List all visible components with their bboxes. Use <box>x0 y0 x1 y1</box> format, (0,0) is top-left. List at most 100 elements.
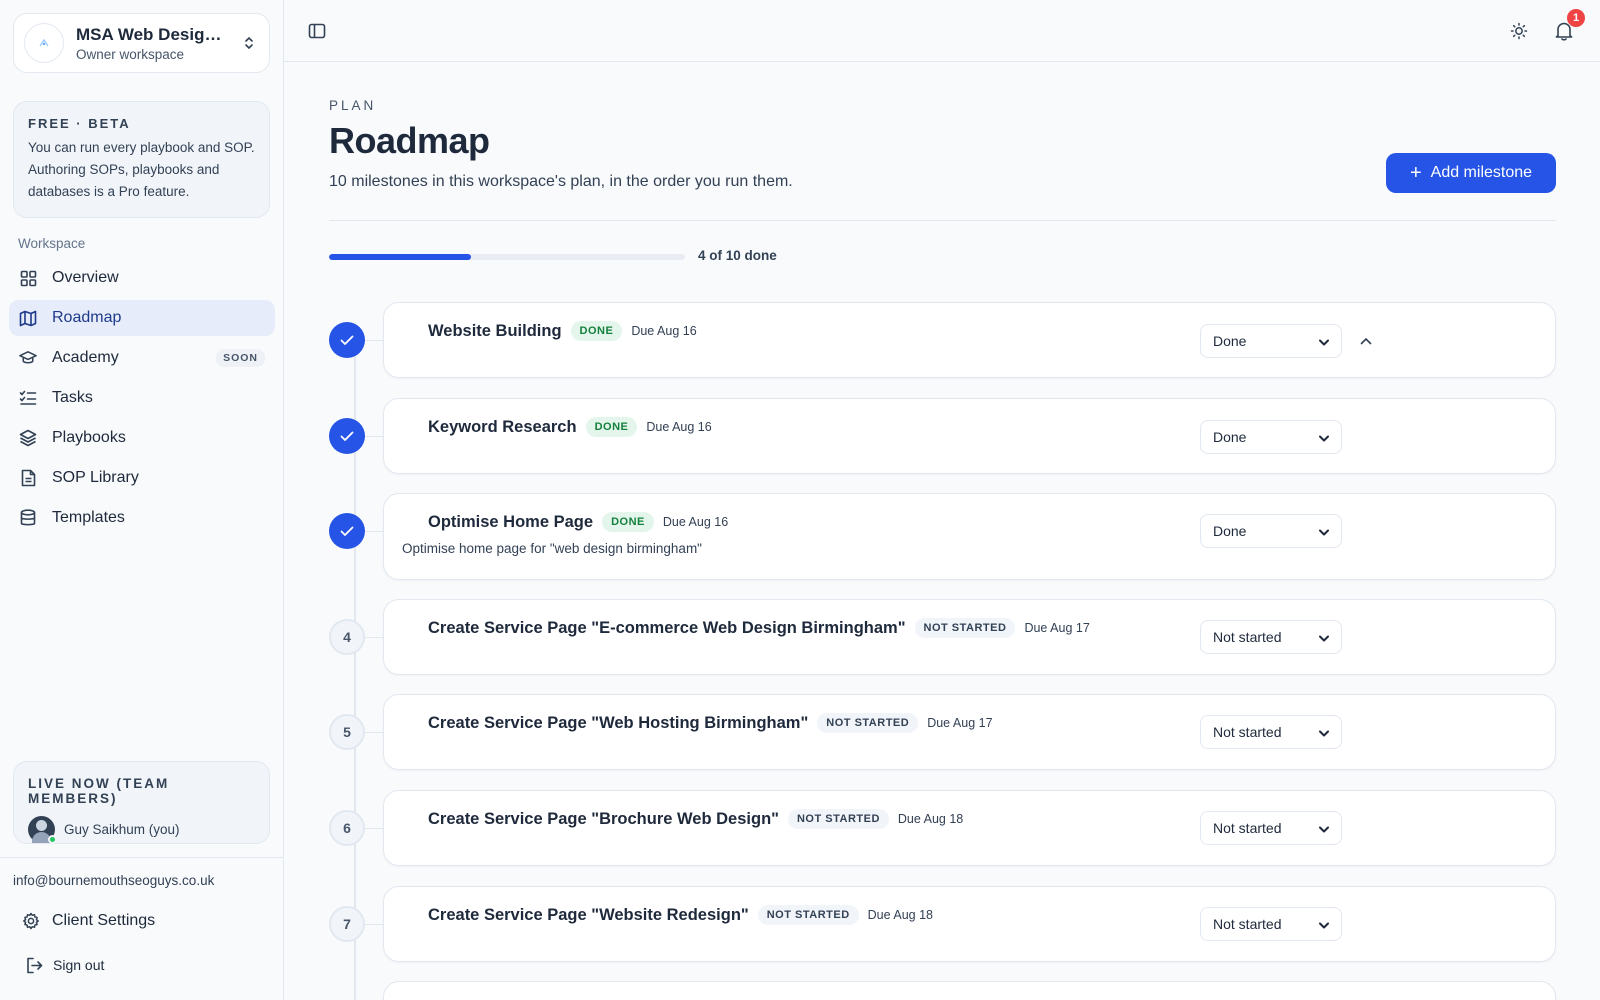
status-badge: NOT STARTED <box>757 905 859 925</box>
status-select[interactable]: Done <box>1200 420 1342 454</box>
notification-count-badge: 1 <box>1567 9 1585 27</box>
progress-bar <box>329 254 685 260</box>
graduation-cap-icon <box>19 349 37 367</box>
sidebar-item-tasks[interactable]: Tasks <box>9 380 275 416</box>
map-icon <box>19 309 37 327</box>
sidebar-item-academy[interactable]: Academy SOON <box>9 340 275 376</box>
milestone-done-check-icon <box>329 322 365 358</box>
client-settings-link[interactable]: Client Settings <box>22 906 155 936</box>
page-subtitle: 10 milestones in this workspace's plan, … <box>329 173 793 190</box>
chevron-down-icon <box>1319 724 1329 740</box>
sidebar-item-label: Tasks <box>52 389 93 406</box>
live-team-card: LIVE NOW (TEAM MEMBERS) Guy Saikhum (you… <box>13 761 270 844</box>
page-title: Roadmap <box>329 120 490 161</box>
sidebar-item-label: Roadmap <box>52 309 122 326</box>
sidebar-item-sop-library[interactable]: SOP Library <box>9 460 275 496</box>
chevron-up-down-icon <box>241 33 257 53</box>
plan-notice-title: FREE · BETA <box>28 116 131 131</box>
milestone-card[interactable]: Website Building DONE Due Aug 16 Done <box>383 302 1556 378</box>
milestone-card[interactable] <box>383 981 1556 1000</box>
chevron-down-icon <box>1319 523 1329 539</box>
progress-label: 4 of 10 done <box>698 248 777 263</box>
collapse-chevron-up-icon[interactable] <box>1352 327 1380 355</box>
milestone-card[interactable]: Create Service Page "Web Hosting Birming… <box>383 694 1556 770</box>
milestone-number: 6 <box>329 810 365 846</box>
online-indicator <box>48 835 57 844</box>
checklist-icon <box>19 389 37 407</box>
due-date: Due Aug 16 <box>646 420 712 434</box>
sidebar: MSA Web Design B... Owner workspace FREE… <box>0 0 284 1000</box>
account-email: info@bournemouthseoguys.co.uk <box>13 873 215 888</box>
status-select[interactable]: Not started <box>1200 715 1342 749</box>
grid-icon <box>19 269 37 287</box>
status-select[interactable]: Done <box>1200 324 1342 358</box>
milestone-card[interactable]: Create Service Page "Brochure Web Design… <box>383 790 1556 866</box>
due-date: Due Aug 16 <box>631 324 697 338</box>
workspace-switcher[interactable]: MSA Web Design B... Owner workspace <box>13 13 270 73</box>
milestone-title: Create Service Page "Web Hosting Birming… <box>428 713 809 732</box>
status-badge: DONE <box>570 321 623 341</box>
milestone-number: 7 <box>329 906 365 942</box>
main-content: PLAN Roadmap 10 milestones in this works… <box>329 62 1556 1000</box>
milestone-title: Optimise Home Page <box>428 512 594 531</box>
chevron-down-icon <box>1319 916 1329 932</box>
sidebar-item-label: Playbooks <box>52 429 126 446</box>
due-date: Due Aug 18 <box>867 908 933 922</box>
status-badge: DONE <box>602 512 654 532</box>
plan-notice-card: FREE · BETA You can run every playbook a… <box>13 101 270 218</box>
live-user: Guy Saikhum (you) <box>28 816 255 844</box>
workspace-logo-icon <box>24 23 64 63</box>
sign-out-label: Sign out <box>53 957 105 973</box>
sun-icon[interactable] <box>1508 20 1530 42</box>
milestone-title: Create Service Page "E-commerce Web Desi… <box>428 618 906 637</box>
chevron-down-icon <box>1319 629 1329 645</box>
due-date: Due Aug 17 <box>927 716 993 730</box>
sidebar-item-roadmap[interactable]: Roadmap <box>9 300 275 336</box>
status-badge: NOT STARTED <box>914 618 1016 638</box>
soon-badge: SOON <box>216 349 265 367</box>
status-select[interactable]: Not started <box>1200 811 1342 845</box>
workspace-name: MSA Web Design B... <box>76 24 231 44</box>
sidebar-footer: info@bournemouthseoguys.co.uk Client Set… <box>0 857 284 1000</box>
milestone-description: Optimise home page for "web design birmi… <box>402 541 702 556</box>
sidebar-item-playbooks[interactable]: Playbooks <box>9 420 275 456</box>
milestone-title: Create Service Page "Website Redesign" <box>428 905 749 924</box>
sidebar-toggle-icon[interactable] <box>306 20 328 42</box>
status-badge: DONE <box>585 417 638 437</box>
sign-out-link[interactable]: Sign out <box>26 952 104 978</box>
header-divider <box>329 220 1556 221</box>
sidebar-nav: Overview Roadmap Academy SOON Tasks Play… <box>9 260 275 540</box>
status-select[interactable]: Done <box>1200 514 1342 548</box>
chevron-down-icon <box>1319 333 1329 349</box>
status-select[interactable]: Not started <box>1200 907 1342 941</box>
database-icon <box>19 509 37 527</box>
sidebar-item-label: Templates <box>52 509 125 526</box>
chevron-down-icon <box>1319 820 1329 836</box>
client-settings-label: Client Settings <box>52 912 156 929</box>
sign-out-icon <box>26 956 44 974</box>
nav-section-label: Workspace <box>18 236 86 251</box>
avatar <box>28 816 57 844</box>
add-milestone-button[interactable]: + Add milestone <box>1386 153 1556 193</box>
page-eyebrow: PLAN <box>329 98 377 113</box>
add-milestone-label: Add milestone <box>1430 164 1533 181</box>
sidebar-item-overview[interactable]: Overview <box>9 260 275 296</box>
milestone-card[interactable]: Create Service Page "E-commerce Web Desi… <box>383 599 1556 675</box>
milestone-number: 4 <box>329 619 365 655</box>
workspace-role: Owner workspace <box>76 46 185 62</box>
milestone-card[interactable]: Create Service Page "Website Redesign" N… <box>383 886 1556 962</box>
status-badge: NOT STARTED <box>817 713 919 733</box>
status-select[interactable]: Not started <box>1200 620 1342 654</box>
sidebar-item-label: SOP Library <box>52 469 139 486</box>
plan-notice-body: You can run every playbook and SOP. Auth… <box>28 140 255 199</box>
due-date: Due Aug 16 <box>662 515 729 529</box>
sidebar-item-label: Overview <box>52 269 119 286</box>
milestone-title: Keyword Research <box>428 417 577 436</box>
sidebar-item-templates[interactable]: Templates <box>9 500 275 536</box>
milestone-done-check-icon <box>329 418 365 454</box>
milestone-card[interactable]: Optimise Home Page DONE Due Aug 16 Optim… <box>383 493 1556 580</box>
due-date: Due Aug 17 <box>1024 621 1090 635</box>
top-bar: 1 <box>284 0 1600 62</box>
milestone-card[interactable]: Keyword Research DONE Due Aug 16 Done <box>383 398 1556 474</box>
milestone-number: 5 <box>329 714 365 750</box>
